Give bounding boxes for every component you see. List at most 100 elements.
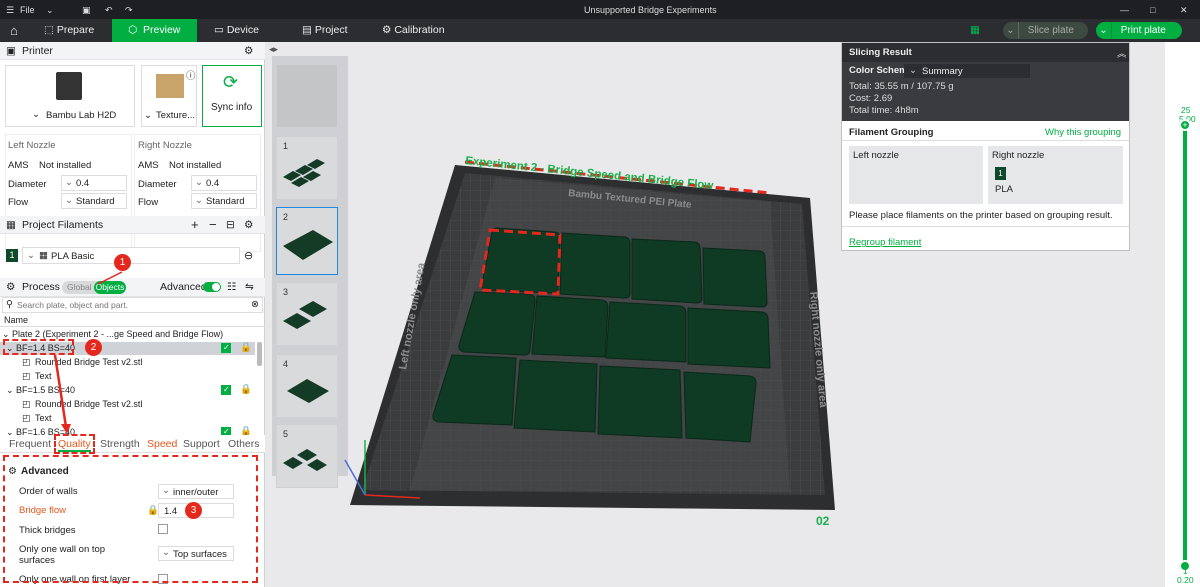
regroup-filament-link[interactable]: Regroup filament xyxy=(849,237,921,248)
printer-model: Bambu Lab H2D xyxy=(46,110,117,121)
gear-icon[interactable]: ⚙ xyxy=(244,216,253,234)
redo-icon[interactable]: ↷ xyxy=(125,5,133,16)
advanced-toggle[interactable] xyxy=(203,282,221,292)
tab-calibration[interactable]: ⚙ Calibration xyxy=(378,19,458,42)
tab-others[interactable]: Others xyxy=(228,438,260,450)
part-icon: ◰ xyxy=(22,357,31,367)
plate-image xyxy=(156,74,184,98)
add-icon[interactable]: + xyxy=(191,216,199,234)
main-nav: ⌂ ⬚ Prepare ⬡ Preview ▭ Device ▤ Project… xyxy=(0,19,1200,42)
filament-color-swatch[interactable]: 1 xyxy=(6,249,18,262)
title-bar: ☰ File ⌄ ▣ ↶ ↷ Unsupported Bridge Experi… xyxy=(0,0,1200,19)
tab-frequent[interactable]: Frequent xyxy=(9,438,51,450)
sync-icon: ⟳ xyxy=(223,72,239,92)
left-sidebar: ▣ Printer ⚙ ⌄ Bambu Lab H2D ⓘ ⌄ Texture.… xyxy=(0,42,265,587)
chevron-down-icon: ⌄ xyxy=(909,65,917,76)
info-icon[interactable]: ⓘ xyxy=(186,68,196,82)
tree-row[interactable]: ◰ Rounded Bridge Test v2.stl xyxy=(0,356,265,369)
printer-image xyxy=(56,72,82,100)
printer-selector[interactable]: ⌄ Bambu Lab H2D xyxy=(5,65,135,127)
tab-preview[interactable]: ⬡ Preview xyxy=(112,19,197,42)
left-diameter-select[interactable]: ⌄ 0.4 xyxy=(61,175,127,191)
left-nozzle-group: Left nozzle xyxy=(849,146,983,204)
chevron-down-icon[interactable]: ⌄ xyxy=(46,5,54,16)
annotation-badge-2: 2 xyxy=(85,339,102,356)
right-nozzle-panel: Right Nozzle AMS Not installed Diameter … xyxy=(134,134,261,252)
undo-icon[interactable]: ↶ xyxy=(105,5,113,16)
lock-icon[interactable]: 🔒 xyxy=(240,342,252,353)
right-flow-select[interactable]: ⌄ Standard xyxy=(191,193,257,209)
home-icon[interactable]: ⌂ xyxy=(6,19,18,42)
slicing-result-panel: Slicing Result ︽ Color Scheme ⌄ Summary T… xyxy=(841,42,1130,251)
tree-scrollbar[interactable] xyxy=(257,342,262,366)
plate-thumbnail-2-selected[interactable]: 2 xyxy=(276,207,338,275)
close-icon[interactable]: ✕ xyxy=(1180,5,1188,16)
plate-thumbnail-1[interactable]: 1 xyxy=(276,136,338,200)
menu-icon[interactable]: ☰ xyxy=(6,5,14,16)
slider-track[interactable] xyxy=(1183,126,1187,571)
bottom-layer-height: 0.20 xyxy=(1177,575,1194,585)
color-scheme-select[interactable]: ⌄ Summary xyxy=(904,64,1030,78)
left-nozzle-panel: Left Nozzle AMS Not installed Diameter ⌄… xyxy=(5,134,132,252)
build-plate-view[interactable]: Experiment 2 - Bridge Speed and Bridge F… xyxy=(340,140,860,570)
collapse-icon[interactable]: ︽ xyxy=(1117,46,1127,60)
layer-slider[interactable]: 25 5.00 + 1 0.20 xyxy=(1171,100,1200,587)
text-icon: ◰ xyxy=(22,413,31,423)
compare-icon[interactable]: ⇋ xyxy=(245,278,254,296)
sync-filament-icon[interactable]: ⊟ xyxy=(226,216,235,234)
annotation-badge-3: 3 xyxy=(185,502,202,519)
visible-checkbox[interactable] xyxy=(221,343,231,353)
calibration-icon: ⚙ xyxy=(382,24,392,36)
why-grouping-link[interactable]: Why this grouping xyxy=(1045,127,1121,138)
search-bar: ⚲ ⊗ xyxy=(2,297,263,313)
remove-icon[interactable]: − xyxy=(209,216,217,234)
lock-icon[interactable]: 🔒 xyxy=(240,384,252,395)
settings-tabs: Frequent Quality Strength Speed Support … xyxy=(0,435,265,453)
plate-thumbnail-3[interactable]: 3 xyxy=(276,282,338,346)
global-objects-toggle[interactable]: Global Objects xyxy=(62,281,126,294)
filament-edit-icon[interactable]: ⊖ xyxy=(244,249,253,262)
collapse-panel-icon[interactable]: ◂▸ xyxy=(269,44,278,55)
slider-top-handle[interactable]: + xyxy=(1179,119,1191,131)
plate-thumbnail-4[interactable]: 4 xyxy=(276,354,338,418)
save-icon[interactable]: ▣ xyxy=(82,5,91,16)
tree-row[interactable]: ◰ Text xyxy=(0,412,265,425)
filaments-section-header: ▦ Project Filaments + − ⊟ ⚙ xyxy=(0,216,265,234)
annotation-box-settings xyxy=(3,455,258,583)
tab-project[interactable]: ▤ Project xyxy=(298,19,368,42)
search-input[interactable] xyxy=(17,299,247,311)
filament-select[interactable]: ⌄ ▦ PLA Basic xyxy=(22,247,240,264)
plate-thumbnail-5[interactable]: 5 xyxy=(276,424,338,488)
text-icon: ◰ xyxy=(22,371,31,381)
tab-strength[interactable]: Strength xyxy=(100,438,140,450)
tab-speed[interactable]: Speed xyxy=(147,438,177,450)
minimize-icon[interactable]: — xyxy=(1120,5,1129,15)
gear-icon[interactable]: ⚙ xyxy=(244,42,253,60)
plate-thumbnail-0[interactable] xyxy=(276,64,338,128)
maximize-icon[interactable]: □ xyxy=(1150,5,1155,15)
filament-icon: ▦ xyxy=(6,219,16,231)
device-icon: ▭ xyxy=(214,24,224,36)
tab-support[interactable]: Support xyxy=(183,438,220,450)
plate-selector[interactable]: ⓘ ⌄ Texture... xyxy=(141,65,197,127)
part-icon: ◰ xyxy=(22,399,31,409)
chevron-down-icon: ⌄ xyxy=(6,385,14,395)
slice-plate-button[interactable]: ⌄ Slice plate xyxy=(1003,22,1088,39)
clear-icon[interactable]: ⊗ xyxy=(251,299,259,310)
filament-chip[interactable]: 1 xyxy=(995,167,1006,180)
visible-checkbox[interactable] xyxy=(221,385,231,395)
left-flow-select[interactable]: ⌄ Standard xyxy=(61,193,127,209)
plate-name: Texture... xyxy=(156,110,196,121)
tab-device[interactable]: ▭ Device xyxy=(210,19,280,42)
print-plate-button[interactable]: ⌄ Print plate xyxy=(1096,22,1182,39)
tree-row[interactable]: ◰ Rounded Bridge Test v2.stl xyxy=(0,398,265,411)
tab-prepare[interactable]: ⬚ Prepare xyxy=(40,19,112,42)
plate-layout-icon[interactable]: ▦ xyxy=(966,19,980,42)
sync-info-button[interactable]: ⟳ Sync info xyxy=(202,65,262,127)
tree-row[interactable]: ⌄BF=1.5 BS=40🔒 xyxy=(0,384,265,397)
chevron-down-icon: ⌄ xyxy=(144,110,152,121)
list-icon[interactable]: ☷ xyxy=(227,278,236,296)
right-diameter-select[interactable]: ⌄ 0.4 xyxy=(191,175,257,191)
tree-row[interactable]: ◰ Text xyxy=(0,370,265,383)
file-menu[interactable]: File xyxy=(20,5,35,15)
